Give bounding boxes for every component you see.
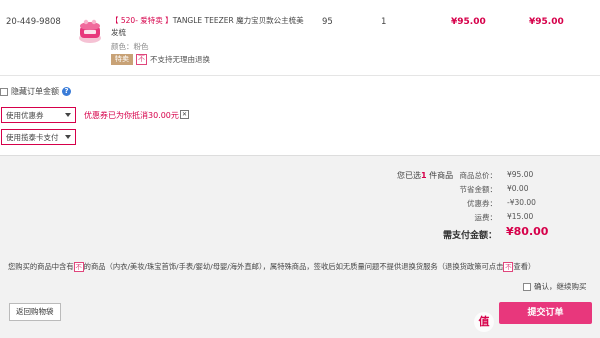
summary-value-shipping: ¥15.00: [507, 212, 534, 221]
summary-value-saved: ¥0.00: [507, 184, 529, 193]
notice-area: [0, 247, 600, 338]
coupon-select[interactable]: 使用优惠券: [1, 107, 76, 123]
summary-value-coupon: -¥30.00: [507, 198, 536, 207]
coupon-select-value: 使用优惠券: [6, 110, 44, 120]
item-price: ¥95.00: [451, 17, 486, 27]
summary-label-coupon: 优惠券：: [467, 199, 497, 208]
notice-text-3: 查看）: [513, 262, 536, 271]
product-promo-tag: 【 520- 爱特卖 】: [111, 16, 173, 25]
item-subtotal: ¥95.00: [529, 17, 564, 27]
selected-prefix: 您已选: [397, 171, 421, 180]
summary-label-saved: 节省金额：: [459, 185, 498, 194]
payment-select-value: 使用揽泰卡支付: [6, 132, 59, 142]
hide-amount-label: 隐藏订单金额: [11, 87, 59, 96]
no-return-badge[interactable]: 不: [503, 262, 514, 272]
quantity: 1: [381, 17, 387, 27]
product-tags: 特卖 不 不支持无理由退换: [111, 53, 210, 65]
unit-price: 95: [322, 17, 333, 27]
no-return-badge: 不: [73, 262, 84, 272]
special-goods-notice: 您购买的商品中含有不的商品（内衣/美妆/珠宝首饰/手表/婴幼/母婴/海外直邮），…: [8, 262, 535, 272]
payment-card-select[interactable]: 使用揽泰卡支付: [1, 129, 76, 145]
notice-text-2: 的商品（内衣/美妆/珠宝首饰/手表/婴幼/母婴/海外直邮），属特殊商品，签收后如…: [83, 262, 504, 271]
close-icon[interactable]: ✕: [180, 110, 189, 119]
amount-due-value: ¥80.00: [506, 225, 549, 238]
no-return-text: 不支持无理由退换: [150, 54, 210, 64]
product-color: 颜色：粉色: [111, 42, 149, 51]
confirm-label: 确认，继续购买: [534, 282, 587, 291]
summary-label-shipping: 运费：: [474, 213, 498, 222]
amount-due-label: 需支付金额：: [442, 231, 497, 241]
no-return-badge: 不: [136, 53, 147, 65]
watermark-logo-icon: 值: [474, 312, 494, 332]
product-thumbnail[interactable]: [76, 17, 104, 45]
order-number: 20-449-9808: [6, 17, 61, 27]
product-title[interactable]: 【 520- 爱特卖 】TANGLE TEEZER 魔力宝贝款公主梳美发梳: [111, 15, 311, 39]
back-to-cart-button[interactable]: 返回购物袋: [9, 303, 61, 321]
confirm-checkbox[interactable]: [523, 282, 531, 291]
hide-amount-checkbox[interactable]: [0, 87, 8, 96]
submit-order-button[interactable]: 提交订单: [499, 302, 592, 324]
chevron-down-icon: [65, 135, 71, 139]
hide-amount-option[interactable]: 隐藏订单金额 ?: [0, 86, 71, 97]
confirm-continue[interactable]: 确认，继续购买: [523, 281, 587, 292]
summary-label-total: 商品总价：: [459, 171, 498, 180]
coupon-message: 优惠券已为你抵消30.00元: [84, 111, 179, 120]
sale-badge: 特卖: [111, 53, 133, 65]
notice-text-1: 您购买的商品中含有: [8, 262, 74, 271]
chevron-down-icon: [65, 113, 71, 117]
selected-count-number: 1: [421, 171, 427, 180]
help-icon[interactable]: ?: [62, 87, 71, 96]
summary-value-total: ¥95.00: [507, 170, 534, 179]
